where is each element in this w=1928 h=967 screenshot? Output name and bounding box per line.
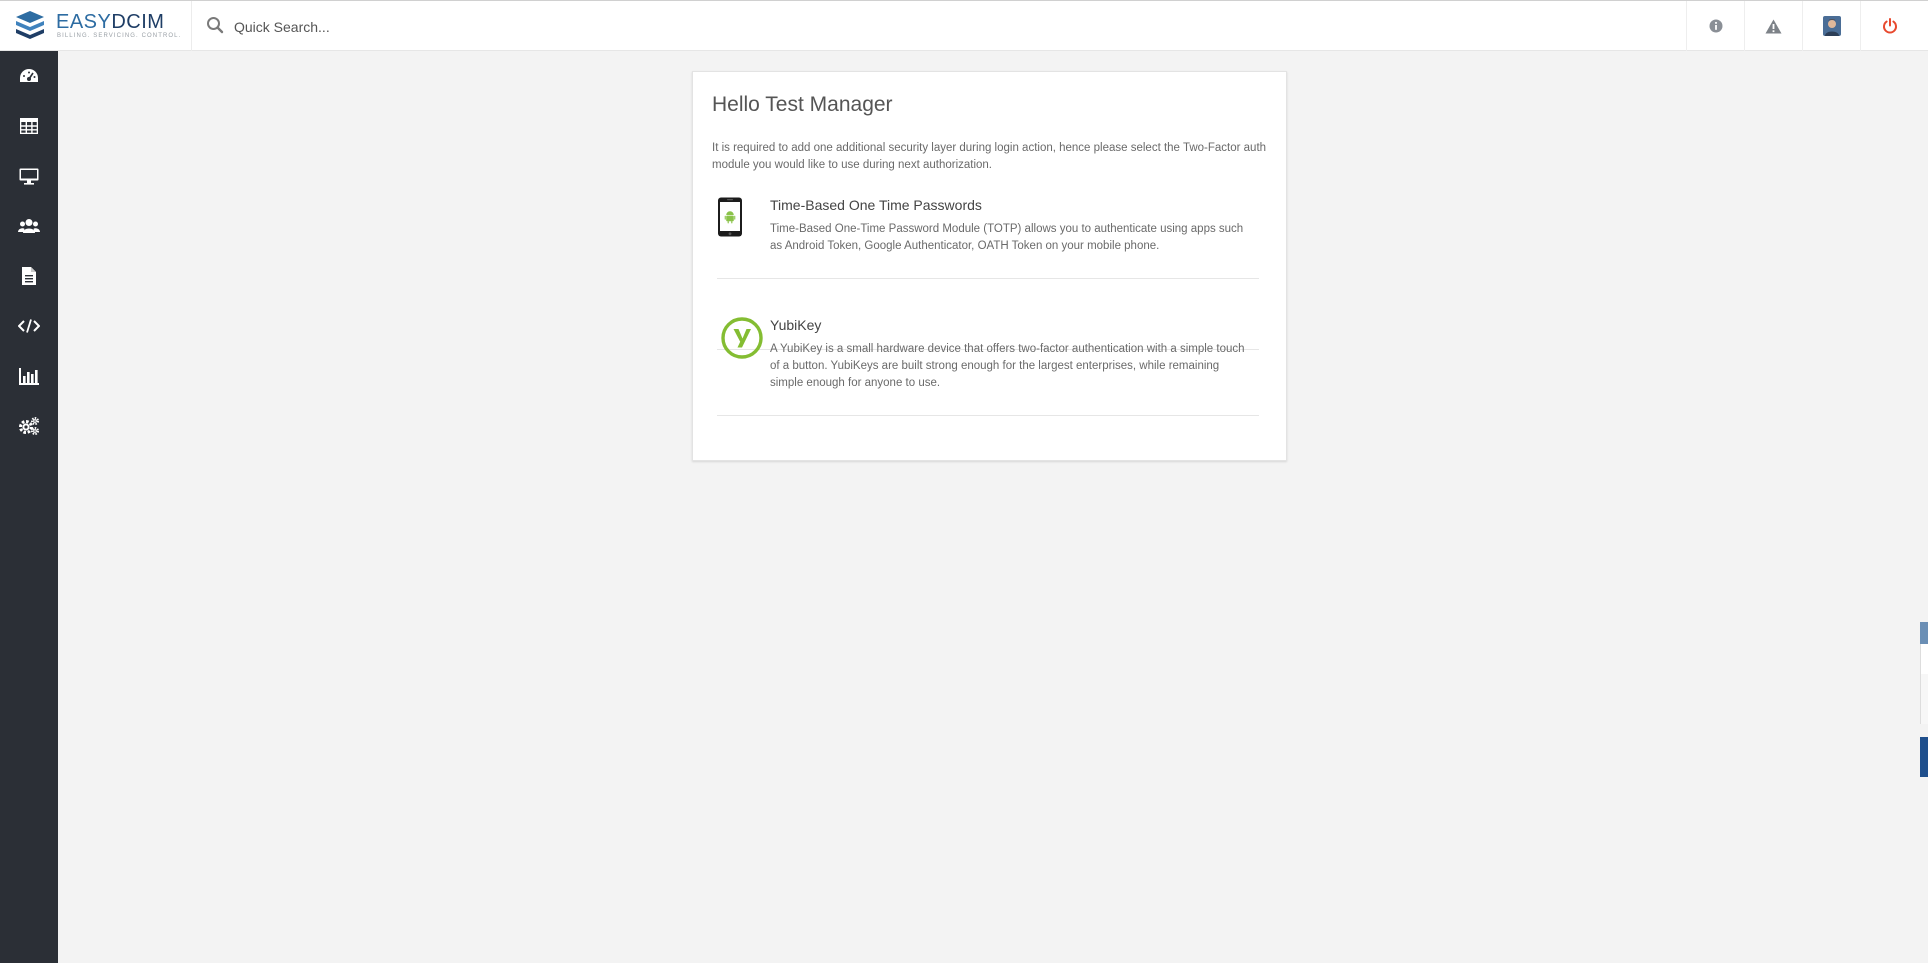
users-icon xyxy=(18,219,40,233)
brand-name-strong: DCIM xyxy=(111,11,165,33)
alerts-button[interactable] xyxy=(1744,1,1802,51)
user-menu-button[interactable] xyxy=(1802,1,1860,51)
app-shell: EASYDCIM BILLING. SERVICING. CONTROL. Qu… xyxy=(0,0,1928,963)
method-title[interactable]: Time-Based One Time Passwords xyxy=(770,197,982,213)
logo-icon xyxy=(16,11,44,39)
top-bar: EASYDCIM BILLING. SERVICING. CONTROL. xyxy=(0,0,1928,51)
page-scrollbar[interactable] xyxy=(1918,51,1928,963)
divider xyxy=(717,278,1259,279)
brand-logo[interactable]: EASYDCIM BILLING. SERVICING. CONTROL. xyxy=(0,1,192,51)
two-factor-card: Hello Test Manager It is required to add… xyxy=(692,71,1287,461)
info-button[interactable] xyxy=(1686,1,1744,51)
warning-icon xyxy=(1765,19,1782,33)
brand-name: EASYDCIM xyxy=(56,11,164,34)
scrollbar-thumb[interactable] xyxy=(1920,737,1928,777)
info-icon xyxy=(1709,19,1722,33)
sidebar-item-api[interactable] xyxy=(0,301,58,351)
method-title[interactable]: YubiKey xyxy=(770,317,821,333)
top-actions xyxy=(1686,1,1928,51)
page-title: Hello Test Manager xyxy=(712,93,893,116)
dashboard-icon xyxy=(20,69,38,82)
method-description: Time-Based One-Time Password Module (TOT… xyxy=(770,223,1244,252)
monitor-icon xyxy=(19,168,39,185)
sidebar-item-dashboard[interactable] xyxy=(0,51,58,101)
document-icon xyxy=(22,267,36,285)
method-yubikey[interactable]: YubiKey A YubiKey is a small hardware de… xyxy=(717,317,1259,417)
bottom-strip xyxy=(0,963,1928,967)
sidebar-item-reports[interactable] xyxy=(0,351,58,401)
quick-search-input[interactable] xyxy=(232,13,832,40)
scrollbar-marker xyxy=(1920,622,1928,644)
yubikey-icon xyxy=(721,317,763,359)
sidebar-item-tables[interactable] xyxy=(0,101,58,151)
scrollbar-marker xyxy=(1920,644,1928,674)
search-icon[interactable] xyxy=(206,16,224,34)
logout-button[interactable] xyxy=(1860,1,1918,51)
sidebar-item-settings[interactable] xyxy=(0,401,58,451)
brand-name-light: EASY xyxy=(56,11,112,33)
method-description: A YubiKey is a small hardware device tha… xyxy=(770,343,1245,389)
sidebar xyxy=(0,51,58,963)
settings-icon xyxy=(19,417,39,435)
sidebar-item-devices[interactable] xyxy=(0,151,58,201)
brand-tagline: BILLING. SERVICING. CONTROL. xyxy=(57,33,182,39)
sidebar-item-documents[interactable] xyxy=(0,251,58,301)
sidebar-item-clients[interactable] xyxy=(0,201,58,251)
android-phone-icon xyxy=(718,197,742,237)
chart-icon xyxy=(19,367,39,385)
power-icon xyxy=(1882,18,1897,34)
scrollbar-marker xyxy=(1920,674,1928,724)
table-icon xyxy=(20,118,38,134)
user-avatar xyxy=(1822,16,1841,36)
divider xyxy=(717,415,1259,416)
code-icon xyxy=(18,319,40,333)
intro-text: It is required to add one additional sec… xyxy=(712,142,1267,171)
